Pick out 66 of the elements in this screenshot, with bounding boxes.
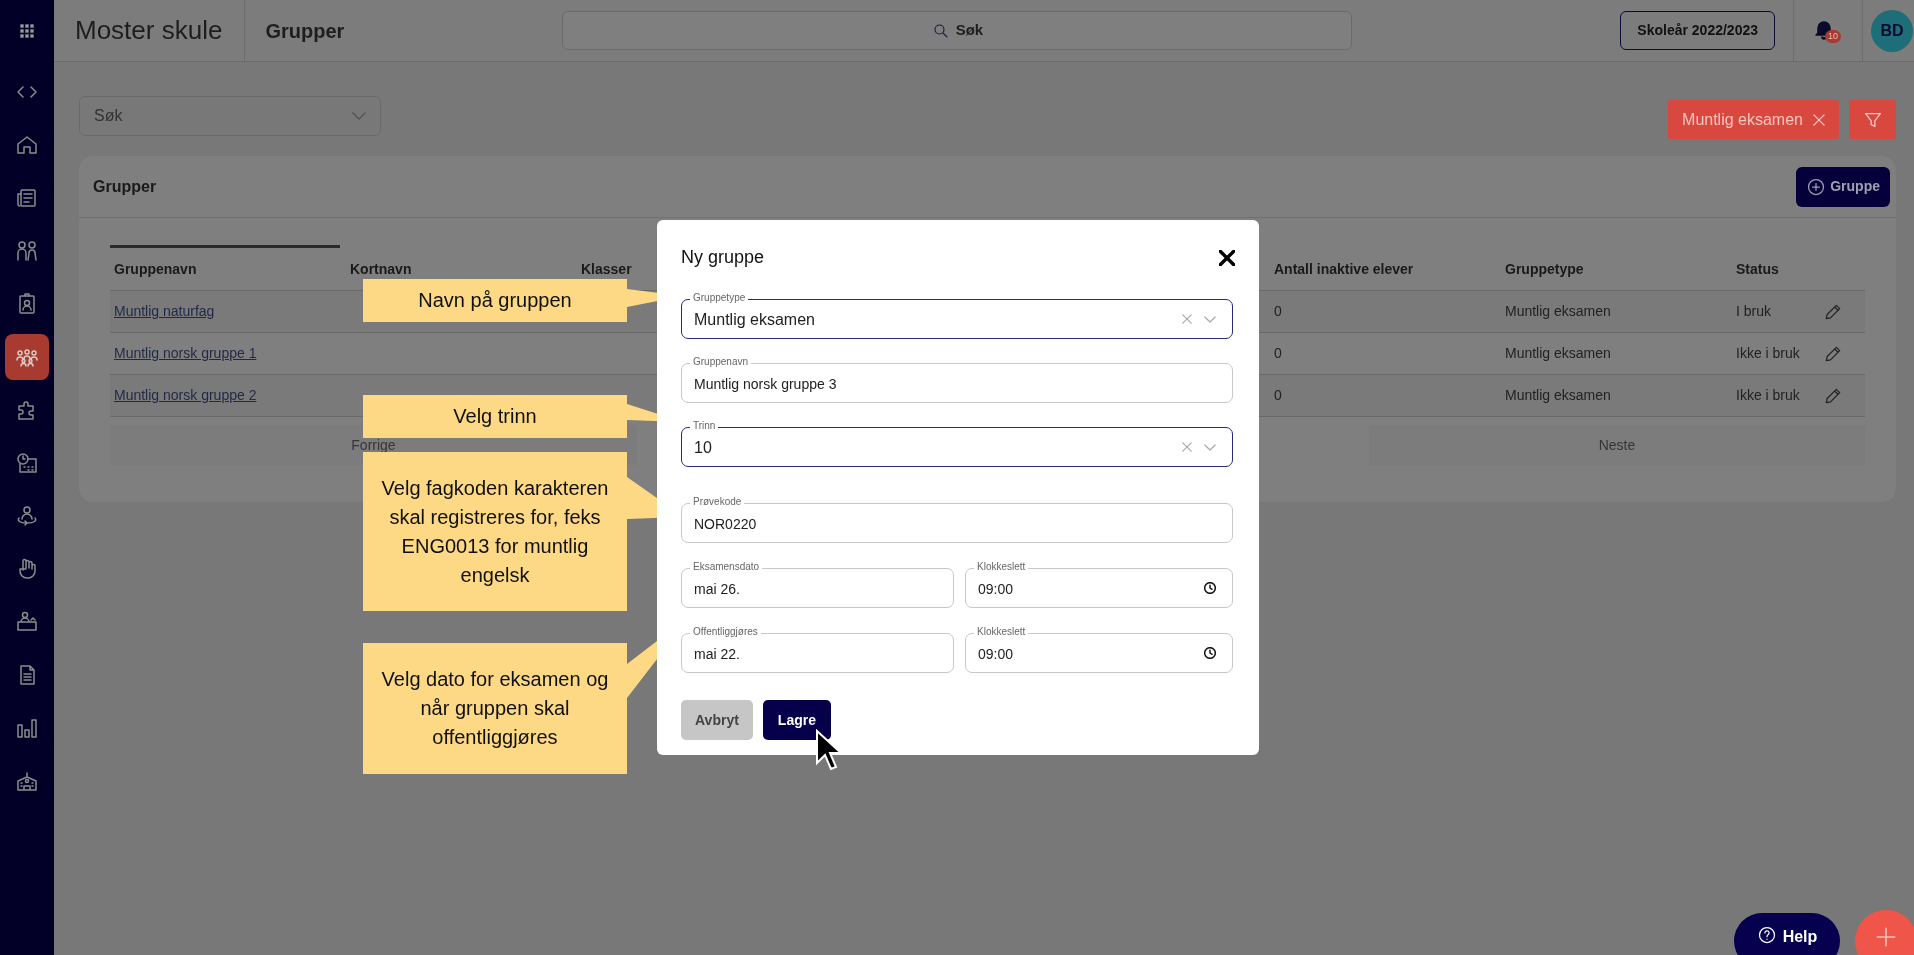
group-link[interactable]: Muntlig naturfag: [114, 301, 215, 322]
table-cell-text: Ikke i bruk: [1736, 386, 1800, 405]
field-label: Gruppenavn: [690, 356, 752, 368]
chevron-down-icon[interactable]: [1204, 315, 1216, 323]
callout-tooltip: Velg fagkoden karakteren skal registreres for, feks ENG0013 for muntlig engelsk: [363, 452, 627, 611]
group-link[interactable]: Muntlig norsk gruppe 2: [114, 385, 257, 406]
table-cell-text: Muntlig eksamen: [1505, 386, 1611, 405]
dialog-title: Ny gruppe: [681, 246, 765, 269]
desk-person-icon: [15, 610, 39, 634]
clock-icon[interactable]: [1204, 582, 1216, 594]
column-header: Status: [1736, 260, 1779, 277]
table-cell-text: 0: [1274, 302, 1282, 321]
sidebar-item[interactable]: [5, 334, 49, 380]
app-grid-icon[interactable]: [17, 21, 37, 41]
column-header: Gruppenavn: [114, 260, 197, 277]
question-icon: [1756, 925, 1777, 945]
clock-icon[interactable]: [1204, 647, 1216, 659]
callout-tooltip: Navn på gruppen: [363, 279, 627, 322]
page-title: Grupper: [264, 18, 346, 44]
field-label: Klokkeslett: [974, 626, 1029, 638]
notification-button[interactable]: 10: [1812, 14, 1844, 47]
table-cell-text: Ikke i bruk: [1736, 344, 1800, 363]
clear-icon[interactable]: [1182, 314, 1192, 324]
field-label: Offentliggjøres: [690, 626, 761, 638]
people-icon: [15, 239, 39, 263]
user-avatar[interactable]: BD: [1871, 9, 1913, 52]
plus-circle-icon: [1806, 176, 1827, 197]
table-cell-text: I bruk: [1736, 302, 1771, 321]
search-icon: [931, 21, 950, 40]
home-icon: [15, 133, 39, 157]
notification-badge: 10: [1825, 29, 1841, 43]
search-field[interactable]: Søk: [562, 11, 1353, 50]
table-cell-text: 0: [1274, 386, 1282, 405]
newspaper-icon: [15, 186, 39, 210]
person-rotate-icon: [15, 504, 39, 528]
table-cell-text: Muntlig eksamen: [1505, 302, 1611, 321]
search-dropdown[interactable]: Søk: [79, 95, 381, 136]
save-button[interactable]: Lagre: [762, 700, 831, 740]
card-title: Grupper: [93, 176, 157, 197]
calendar-clock-icon: [15, 451, 39, 475]
close-icon[interactable]: [1219, 249, 1235, 266]
column-header: Klasser: [581, 260, 632, 277]
field-label: Trinn: [690, 420, 719, 432]
field-label: Klokkeslett: [974, 561, 1029, 573]
column-header: Antall inaktive elever: [1274, 260, 1414, 277]
chevron-down-icon[interactable]: [1204, 443, 1216, 451]
column-header: Kortnavn: [350, 260, 412, 277]
group-link[interactable]: Muntlig norsk gruppe 1: [114, 343, 257, 364]
callout-tooltip: Velg dato for eksamen og når gruppen skal offentliggjøres: [363, 643, 627, 774]
chevron-down-icon: [352, 111, 366, 120]
table-cell-text: 0: [1274, 344, 1282, 363]
cancel-button[interactable]: Avbryt: [681, 700, 753, 740]
field-label: Prøvekode: [690, 496, 745, 508]
filter-button[interactable]: [1849, 100, 1896, 139]
callout-tooltip: Velg trinn: [363, 395, 627, 438]
app-title: Moster skule: [54, 0, 246, 61]
table-cell-text: Muntlig eksamen: [1505, 344, 1611, 363]
field-label: Eksamensdato: [690, 561, 763, 573]
add-group-button[interactable]: Gruppe: [1796, 166, 1890, 207]
school-year-button[interactable]: Skoleår 2022/2023: [1620, 11, 1775, 50]
help-button[interactable]: Help: [1734, 913, 1840, 955]
bar-chart-icon: [15, 716, 39, 740]
school-icon: [15, 769, 39, 793]
column-header: Gruppetype: [1505, 260, 1584, 277]
clear-icon[interactable]: [1182, 442, 1192, 452]
field-label: Gruppetype: [690, 292, 749, 304]
